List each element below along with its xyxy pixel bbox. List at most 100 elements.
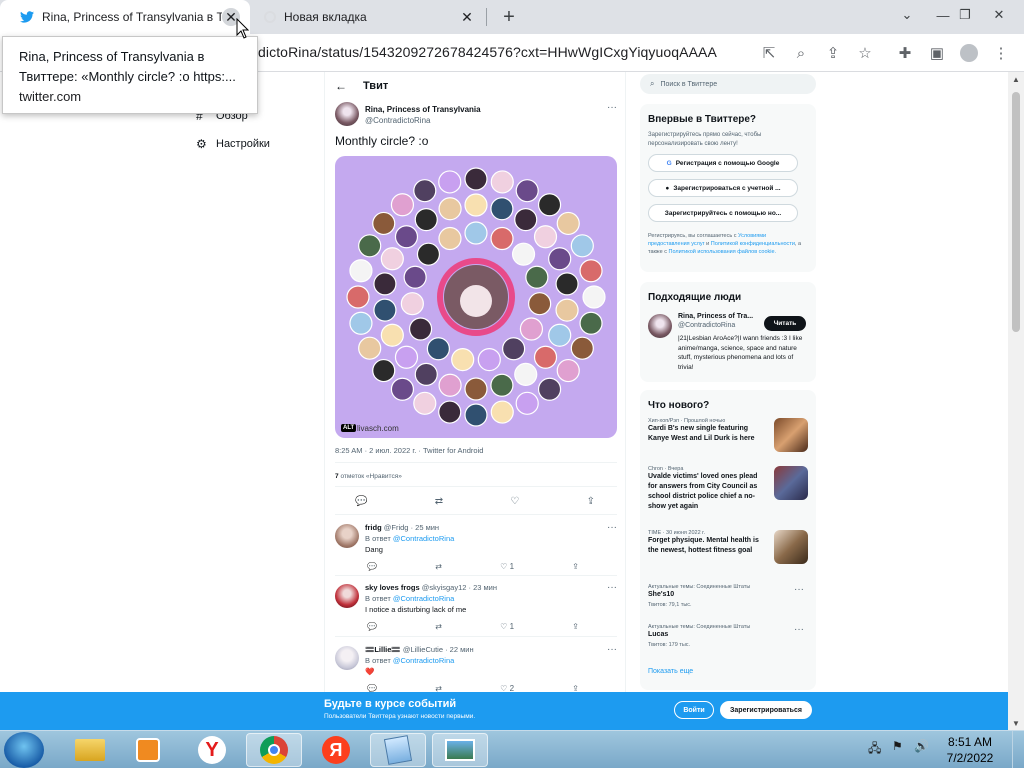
tweet-timestamp[interactable]: 8:25 AM · 2 июл. 2022 г. · Twitter for A… <box>335 446 483 455</box>
share-icon[interactable]: ⇪ <box>572 562 579 571</box>
reply-to-link[interactable]: @ContradictoRina <box>393 534 454 543</box>
bookmark-star-icon[interactable]: ☆ <box>852 40 878 66</box>
more-options-icon[interactable]: ··· <box>607 102 617 113</box>
art-avatar <box>380 323 404 347</box>
new-tab-button[interactable]: + <box>496 5 522 29</box>
like-icon[interactable]: ♡ 1 <box>500 622 514 631</box>
reply-item[interactable]: fridg @Fridg · 25 мин В ответ @Contradic… <box>325 520 627 580</box>
reply-icon[interactable]: 💬 <box>367 684 377 692</box>
terms-prefix: Регистрируясь, вы соглашаетесь с <box>648 233 737 239</box>
tab-search-icon[interactable]: ⌄ <box>890 0 924 30</box>
photo-viewer-taskbar-icon[interactable] <box>432 733 488 767</box>
phone-signup-button[interactable]: Зарегистрируйтесь с помощью но... <box>648 204 798 222</box>
explorer-taskbar-icon[interactable] <box>62 733 118 767</box>
profile-icon[interactable] <box>956 40 982 66</box>
scroll-up-arrow-icon[interactable]: ▲ <box>1008 72 1024 86</box>
cookie-link[interactable]: Политикой использования файлов cookie. <box>668 249 776 255</box>
volume-icon[interactable]: 🔊 <box>914 739 929 753</box>
more-options-icon[interactable]: ··· <box>607 644 617 655</box>
reply-icon[interactable]: 💬 <box>355 496 367 507</box>
share-icon[interactable]: ⇪ <box>572 684 579 692</box>
share-icon[interactable]: ⇪ <box>572 622 579 631</box>
reply-icon[interactable]: 💬 <box>367 622 377 631</box>
window-close-icon[interactable]: ✕ <box>982 0 1016 30</box>
restore-icon[interactable]: ❐ <box>948 0 982 30</box>
tab-new-tab[interactable]: Новая вкладка ✕ <box>250 0 486 34</box>
art-avatar <box>490 170 514 194</box>
side-panel-icon[interactable]: ▣ <box>924 40 950 66</box>
reply-avatar[interactable] <box>335 524 359 548</box>
like-icon[interactable]: ♡ 1 <box>500 562 514 571</box>
trend-item[interactable]: TIME · 30 июня 2022 г. Forget physique. … <box>648 530 808 564</box>
notepad-taskbar-icon[interactable] <box>370 733 426 767</box>
art-avatar <box>490 197 514 221</box>
more-options-icon[interactable]: ··· <box>607 522 617 533</box>
reply-avatar[interactable] <box>335 646 359 670</box>
reply-icon[interactable]: 💬 <box>367 562 377 571</box>
suggested-user[interactable]: Rina, Princess of Tra... @ContradictoRin… <box>678 312 753 330</box>
trend-title: Cardi B's new single featuring Kanye Wes… <box>648 425 755 442</box>
trend-item[interactable]: Хип-хоп/Рэп · Прошлой ночью Cardi B's ne… <box>648 418 808 452</box>
network-icon[interactable]: 🖧 <box>868 739 881 760</box>
alt-badge[interactable]: ALT <box>341 424 357 432</box>
follow-button[interactable]: Читать <box>764 316 806 331</box>
tweet-author[interactable]: Rina, Princess of Transylvania @Contradi… <box>365 104 481 126</box>
menu-kebab-icon[interactable]: ⋮ <box>988 40 1014 66</box>
reply-item[interactable]: 🟰Lillie🟰 @LillieCutie · 22 мин В ответ @… <box>325 642 627 692</box>
apple-signup-button[interactable]: ● Зарегистрироваться с учетной ... <box>648 179 798 197</box>
google-signup-button[interactable]: G Регистрация с помощью Google <box>648 154 798 172</box>
retweet-icon[interactable]: ⇄ <box>435 622 442 631</box>
share-icon[interactable]: ⇪ <box>820 40 846 66</box>
art-avatar <box>533 225 558 249</box>
scroll-down-arrow-icon[interactable]: ▼ <box>1008 716 1024 730</box>
show-more-link[interactable]: Показать еще <box>648 668 693 675</box>
login-button[interactable]: Войти <box>674 701 714 719</box>
privacy-link[interactable]: Политикой конфиденциальности <box>711 241 795 247</box>
scroll-thumb[interactable] <box>1012 92 1020 332</box>
retweet-icon[interactable]: ⇄ <box>435 562 442 571</box>
trend-item[interactable]: Актуальные темы: Соединенные Штаты Lucas… <box>648 624 808 648</box>
retweet-icon[interactable]: ⇄ <box>435 684 442 692</box>
yandex-taskbar-icon[interactable]: Y <box>184 733 240 767</box>
likes-count[interactable]: 7 отметок «Нравится» <box>335 473 402 480</box>
art-avatar <box>358 336 382 360</box>
terms-and: и <box>706 241 710 247</box>
close-tab-icon[interactable]: ✕ <box>458 8 476 26</box>
yandex-browser-taskbar-icon[interactable]: Я <box>308 733 364 767</box>
reply-to-link[interactable]: @ContradictoRina <box>393 594 454 603</box>
address-bar[interactable]: dictoRina/status/1543209272678424576?cxt… <box>258 44 717 60</box>
tab-separator <box>486 8 487 26</box>
suggested-user-avatar[interactable] <box>648 314 672 338</box>
back-arrow-icon[interactable]: ← <box>335 79 347 93</box>
show-desktop-button[interactable] <box>1012 731 1024 768</box>
more-options-icon[interactable]: ··· <box>794 584 804 595</box>
action-center-icon[interactable]: ⚑ <box>892 739 903 753</box>
search-input[interactable]: ⌕ Поиск в Твиттере <box>640 74 816 94</box>
nav-item-settings[interactable]: ⚙ Настройки <box>196 130 316 158</box>
more-options-icon[interactable]: ··· <box>607 582 617 593</box>
reply-to-link[interactable]: @ContradictoRina <box>393 656 454 665</box>
reply-item[interactable]: sky loves frogs @skyisgay12 · 23 мин В о… <box>325 580 627 640</box>
more-options-icon[interactable]: ··· <box>794 624 804 635</box>
login-banner: Будьте в курсе событий Пользователи Твит… <box>0 692 1008 730</box>
like-icon[interactable]: ♡ 2 <box>500 684 514 692</box>
windows-start-button[interactable] <box>4 732 44 768</box>
art-avatar <box>390 377 415 401</box>
tweet-image[interactable]: ALT livasch.com <box>335 156 617 438</box>
trend-item[interactable]: Chron · Вчера Uvalde victims' loved ones… <box>648 466 808 512</box>
trend-item[interactable]: Актуальные темы: Соединенные Штаты She's… <box>648 584 808 608</box>
share-icon[interactable]: ⇪ <box>587 496 595 507</box>
chrome-taskbar-icon[interactable] <box>246 733 302 767</box>
tab-twitter[interactable]: Rina, Princess of Transylvania в Т ✕ <box>0 0 250 34</box>
open-in-app-icon[interactable]: ⇱ <box>756 40 782 66</box>
retweet-icon[interactable]: ⇄ <box>435 496 443 507</box>
signup-button[interactable]: Зарегистрироваться <box>720 701 812 719</box>
extensions-icon[interactable]: ✚ <box>892 40 918 66</box>
system-clock[interactable]: 8:51 AM 7/2/2022 <box>938 734 1002 766</box>
media-player-taskbar-icon[interactable] <box>120 733 176 767</box>
zoom-icon[interactable]: ⌕ <box>788 40 814 66</box>
reply-avatar[interactable] <box>335 584 359 608</box>
page-scrollbar[interactable]: ▲ ▼ <box>1008 72 1024 730</box>
author-avatar[interactable] <box>335 102 359 126</box>
like-icon[interactable]: ♡ <box>510 496 519 507</box>
